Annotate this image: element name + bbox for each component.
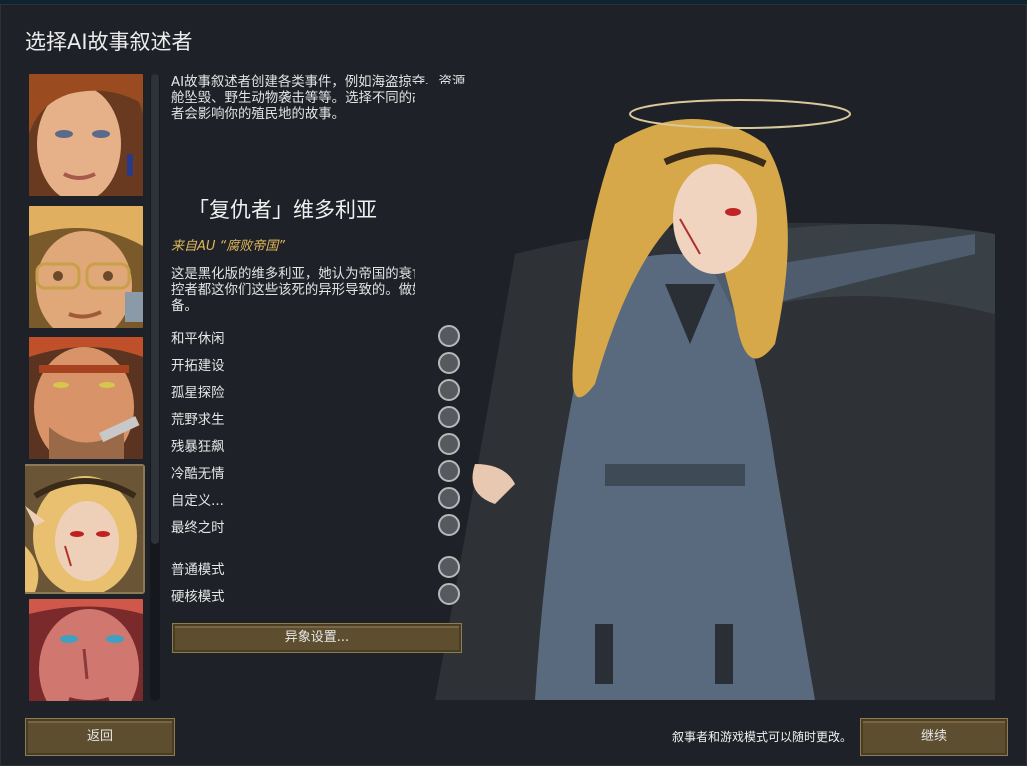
scroll-thumb[interactable]	[151, 74, 159, 544]
difficulty-label: 自定义...	[171, 494, 224, 509]
portrait-image	[29, 337, 143, 459]
storyteller-portrait[interactable]	[29, 337, 143, 459]
difficulty-radio[interactable]	[438, 352, 460, 374]
storyteller-artwork	[415, 84, 995, 700]
storyteller-portrait-selected[interactable]	[25, 464, 145, 594]
difficulty-label: 孤星探险	[171, 386, 225, 401]
portrait-image	[29, 206, 143, 328]
difficulty-label: 和平休闲	[171, 332, 225, 347]
difficulty-label: 开拓建设	[171, 359, 225, 374]
difficulty-radio[interactable]	[438, 433, 460, 455]
difficulty-option[interactable]: 孤星探险	[171, 379, 461, 401]
difficulty-radio[interactable]	[438, 514, 460, 536]
anomaly-settings-button[interactable]: 异象设置...	[172, 623, 462, 653]
storyteller-name: 「复仇者」维多利亚	[188, 198, 377, 222]
game-mode-option[interactable]: 硬核模式	[171, 583, 461, 605]
difficulty-radio[interactable]	[438, 379, 460, 401]
difficulty-label: 残暴狂飙	[171, 440, 225, 455]
storyteller-portrait[interactable]	[29, 74, 143, 196]
portrait-image	[29, 599, 143, 701]
storyteller-list[interactable]	[25, 74, 147, 701]
back-button[interactable]: 返回	[25, 718, 175, 756]
storyteller-illustration	[415, 84, 995, 700]
difficulty-radio[interactable]	[438, 487, 460, 509]
storyteller-portrait[interactable]	[29, 206, 143, 328]
difficulty-radio[interactable]	[438, 460, 460, 482]
difficulty-option[interactable]: 开拓建设	[171, 352, 461, 374]
difficulty-option[interactable]: 最终之时	[171, 514, 461, 536]
game-mode-label: 普通模式	[171, 563, 225, 578]
game-mode-radio[interactable]	[438, 556, 460, 578]
storyteller-source: 来自AU “腐败帝国”	[171, 239, 286, 254]
difficulty-label: 最终之时	[171, 521, 225, 536]
portrait-image	[29, 74, 143, 196]
difficulty-option[interactable]: 和平休闲	[171, 325, 461, 347]
difficulty-radio[interactable]	[438, 406, 460, 428]
game-mode-label: 硬核模式	[171, 590, 225, 605]
storyteller-dialog: 选择AI故事叙述者 AI故事叙述者创建各类事件，例如海盗掠夺、资源舱坠毁、野生动…	[0, 4, 1027, 766]
difficulty-option[interactable]: 荒野求生	[171, 406, 461, 428]
difficulty-label: 冷酷无情	[171, 467, 225, 482]
difficulty-label: 荒野求生	[171, 413, 225, 428]
portrait-image	[25, 466, 143, 592]
storyteller-portrait[interactable]	[29, 599, 143, 701]
game-mode-option[interactable]: 普通模式	[171, 556, 461, 578]
game-mode-radio[interactable]	[438, 583, 460, 605]
difficulty-option[interactable]: 自定义...	[171, 487, 461, 509]
dialog-title: 选择AI故事叙述者	[25, 30, 193, 54]
storyteller-scrollbar[interactable]	[150, 74, 160, 701]
difficulty-option[interactable]: 残暴狂飙	[171, 433, 461, 455]
difficulty-option[interactable]: 冷酷无情	[171, 460, 461, 482]
footer-note: 叙事者和游戏模式可以随时更改。	[672, 730, 853, 744]
continue-button[interactable]: 继续	[860, 718, 1008, 756]
difficulty-radio[interactable]	[438, 325, 460, 347]
